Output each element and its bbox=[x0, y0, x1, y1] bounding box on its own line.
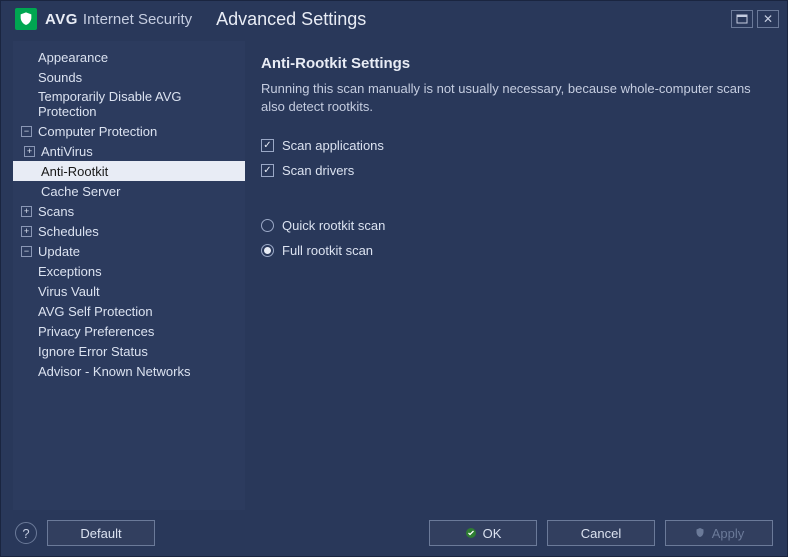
settings-window: AVG Internet Security Advanced Settings … bbox=[0, 0, 788, 557]
section-description: Running this scan manually is not usuall… bbox=[261, 80, 759, 116]
tree-item-label: Exceptions bbox=[38, 264, 102, 279]
tree-item-exceptions[interactable]: Exceptions bbox=[13, 261, 245, 281]
tree-item-label: Anti-Rootkit bbox=[41, 164, 108, 179]
tree-item-schedules[interactable]: + Schedules bbox=[13, 221, 245, 241]
tree-item-ignore-error-status[interactable]: Ignore Error Status bbox=[13, 341, 245, 361]
tree-item-label: Cache Server bbox=[41, 184, 120, 199]
tree-item-temporarily-disable-avg-protection[interactable]: Temporarily Disable AVG Protection bbox=[13, 87, 245, 121]
tree-item-label: AntiVirus bbox=[41, 144, 93, 159]
tree-item-sounds[interactable]: Sounds bbox=[13, 67, 245, 87]
tree-item-label: Schedules bbox=[38, 224, 99, 239]
checkbox-scan-drivers[interactable]: ✓ Scan drivers bbox=[261, 163, 759, 178]
radio-label: Quick rootkit scan bbox=[282, 218, 385, 233]
apply-button[interactable]: Apply bbox=[665, 520, 773, 546]
section-heading: Anti-Rootkit Settings bbox=[261, 55, 759, 72]
avg-logo-icon bbox=[15, 8, 37, 30]
footer: ? Default OK Cancel Apply bbox=[1, 510, 787, 556]
tree-item-cache-server[interactable]: Cache Server bbox=[13, 181, 245, 201]
checkbox-icon[interactable]: ✓ bbox=[261, 164, 274, 177]
expand-icon[interactable]: + bbox=[21, 206, 32, 217]
content-panel: Anti-Rootkit Settings Running this scan … bbox=[245, 41, 775, 510]
shield-icon bbox=[694, 527, 706, 539]
tree-item-update[interactable]: −Update bbox=[13, 241, 245, 261]
body-area: Appearance Sounds Temporarily Disable AVG … bbox=[13, 41, 775, 510]
radio-label: Full rootkit scan bbox=[282, 243, 373, 258]
tree-item-label: Computer Protection bbox=[38, 124, 157, 139]
checkbox-label: Scan drivers bbox=[282, 163, 354, 178]
tree-item-scans[interactable]: + Scans bbox=[13, 201, 245, 221]
checkbox-label: Scan applications bbox=[282, 138, 384, 153]
default-button[interactable]: Default bbox=[47, 520, 155, 546]
radio-icon[interactable] bbox=[261, 244, 274, 257]
tree-item-virus-vault[interactable]: Virus Vault bbox=[13, 281, 245, 301]
tree-item-label: Appearance bbox=[38, 50, 108, 65]
tree-item-label: Advisor - Known Networks bbox=[38, 364, 190, 379]
tree-item-label: Virus Vault bbox=[38, 284, 100, 299]
expand-icon[interactable]: + bbox=[24, 146, 35, 157]
brand-text: AVG bbox=[45, 11, 78, 28]
radio-icon[interactable] bbox=[261, 219, 274, 232]
checkbox-scan-applications[interactable]: ✓ Scan applications bbox=[261, 138, 759, 153]
app-name: AVG Internet Security bbox=[45, 11, 192, 28]
settings-tree[interactable]: Appearance Sounds Temporarily Disable AVG … bbox=[13, 41, 245, 510]
ok-button[interactable]: OK bbox=[429, 520, 537, 546]
tree-item-privacy-preferences[interactable]: Privacy Preferences bbox=[13, 321, 245, 341]
titlebar: AVG Internet Security Advanced Settings … bbox=[1, 1, 787, 37]
maximize-button[interactable] bbox=[731, 10, 753, 28]
tree-item-anti-rootkit[interactable]: Anti-Rootkit bbox=[13, 161, 245, 181]
close-button[interactable]: ✕ bbox=[757, 10, 779, 28]
product-text: Internet Security bbox=[83, 11, 192, 28]
tree-item-advisor-known-networks[interactable]: Advisor - Known Networks bbox=[13, 361, 245, 381]
checkbox-icon[interactable]: ✓ bbox=[261, 139, 274, 152]
cancel-button[interactable]: Cancel bbox=[547, 520, 655, 546]
tree-item-label: Update bbox=[38, 244, 80, 259]
radio-full-rootkit-scan[interactable]: Full rootkit scan bbox=[261, 243, 759, 258]
radio-quick-rootkit-scan[interactable]: Quick rootkit scan bbox=[261, 218, 759, 233]
tree-item-antivirus[interactable]: + AntiVirus bbox=[13, 141, 245, 161]
tree-item-label: Sounds bbox=[38, 70, 82, 85]
tree-item-computer-protection[interactable]: −Computer Protection bbox=[13, 121, 245, 141]
tree-item-avg-self-protection[interactable]: AVG Self Protection bbox=[13, 301, 245, 321]
tree-item-label: Privacy Preferences bbox=[38, 324, 154, 339]
tree-item-appearance[interactable]: Appearance bbox=[13, 47, 245, 67]
tree-item-label: AVG Self Protection bbox=[38, 304, 153, 319]
tree-item-label: Temporarily Disable AVG Protection bbox=[38, 89, 239, 119]
help-button[interactable]: ? bbox=[15, 522, 37, 544]
collapse-icon[interactable]: − bbox=[21, 246, 32, 257]
collapse-icon[interactable]: − bbox=[21, 126, 32, 137]
check-icon bbox=[465, 527, 477, 539]
page-title: Advanced Settings bbox=[216, 9, 366, 30]
expand-icon[interactable]: + bbox=[21, 226, 32, 237]
tree-item-label: Ignore Error Status bbox=[38, 344, 148, 359]
tree-item-label: Scans bbox=[38, 204, 74, 219]
